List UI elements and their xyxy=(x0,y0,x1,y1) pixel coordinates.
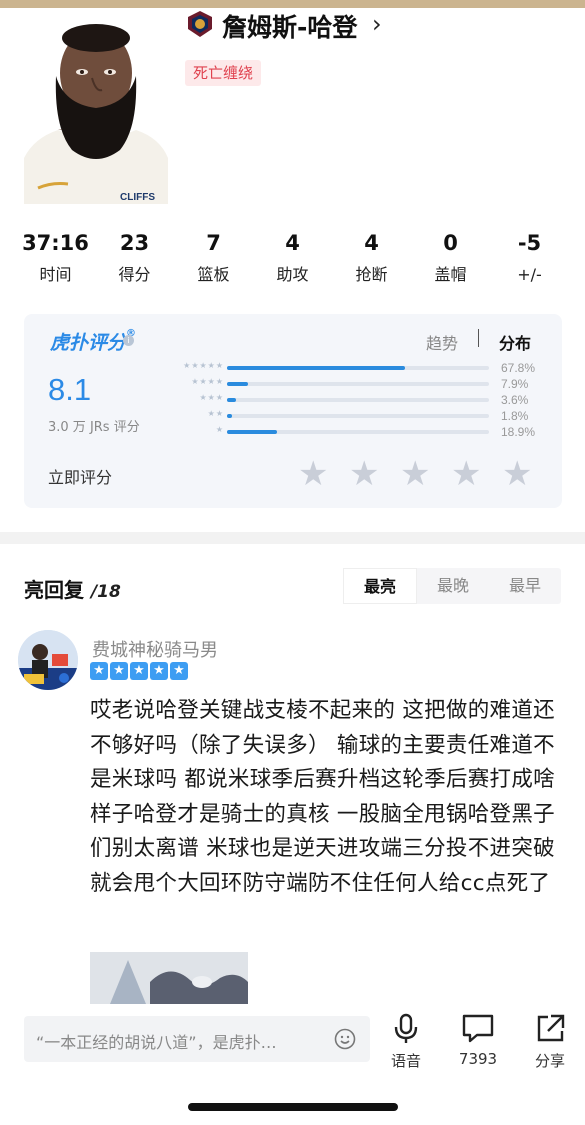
stat-assists: 4 助攻 xyxy=(253,226,332,296)
bar-fill xyxy=(227,414,232,418)
info-icon[interactable]: i xyxy=(123,335,134,346)
rating-star-icon: ★ xyxy=(110,662,128,680)
stat-blocks: 0 盖帽 xyxy=(411,226,490,296)
home-indicator xyxy=(188,1103,398,1111)
stat-rebounds: 7 篮板 xyxy=(174,226,253,296)
rate-star-2-icon[interactable]: ★ xyxy=(349,457,379,491)
player-tag: 死亡缠绕 xyxy=(185,60,262,86)
emoji-icon[interactable] xyxy=(334,1028,356,1050)
stat-minutes: 37:16 时间 xyxy=(16,226,95,296)
comment-image-thumbnail[interactable] xyxy=(90,952,248,1004)
stat-value: 4 xyxy=(285,231,300,255)
sort-switcher: 最亮 最晚 最早 xyxy=(343,568,561,604)
tab-distribution[interactable]: 分布 xyxy=(499,330,531,354)
voice-button[interactable]: 语音 xyxy=(386,1012,426,1071)
star-level-label: ★★★ xyxy=(199,393,224,402)
sort-earliest[interactable]: 最早 xyxy=(489,568,561,604)
stat-value: 7 xyxy=(206,231,221,255)
rating-star-icon: ★ xyxy=(90,662,108,680)
star-level-label: ★★ xyxy=(207,409,224,418)
stat-steals: 4 抢断 xyxy=(332,226,411,296)
stat-label: +/- xyxy=(517,265,542,284)
distribution-row-5: ★★★★★ 67.8% xyxy=(144,361,544,376)
comment-username[interactable]: 费城神秘骑马男 xyxy=(92,636,218,662)
percentage: 1.8% xyxy=(501,409,529,423)
tab-divider xyxy=(478,329,479,347)
rate-now-label: 立即评分 xyxy=(48,468,113,487)
comment-text: 哎老说哈登关键战支棱不起来的 这把做的难道还不够好吗（除了失误多） 输球的主要责… xyxy=(90,698,555,896)
bar-fill xyxy=(227,366,405,370)
percentage: 67.8% xyxy=(501,361,536,375)
stat-value: 37:16 xyxy=(22,231,89,255)
bar-track xyxy=(227,430,489,434)
stat-value: 23 xyxy=(119,231,150,255)
chevron-right-icon[interactable]: › xyxy=(372,10,382,38)
team-logo-icon xyxy=(186,10,214,38)
stat-label: 盖帽 xyxy=(434,265,467,284)
stat-points: 23 得分 xyxy=(95,226,174,296)
percentage: 7.9% xyxy=(501,377,529,391)
rating-count: 3.0 万 JRs 评分 xyxy=(48,420,140,435)
rate-star-5-icon[interactable]: ★ xyxy=(502,457,532,491)
voice-label: 语音 xyxy=(390,1052,421,1070)
stat-label: 篮板 xyxy=(197,265,230,284)
comment-input-placeholder: “一本正经的胡说八道”，是虎扑… xyxy=(36,1033,277,1052)
player-name[interactable]: 詹姆斯-哈登 xyxy=(222,8,357,44)
stat-value: 4 xyxy=(364,231,379,255)
microphone-icon xyxy=(394,1013,418,1043)
comment-bubble-icon xyxy=(462,1014,494,1043)
stats-row: 37:16 时间 23 得分 7 篮板 4 助攻 4 抢断 0 盖帽 -5 +/… xyxy=(16,226,569,296)
share-label: 分享 xyxy=(534,1052,565,1070)
rating-star-icon: ★ xyxy=(170,662,188,680)
rate-star-1-icon[interactable]: ★ xyxy=(298,457,328,491)
stat-value: 0 xyxy=(443,231,458,255)
share-icon xyxy=(537,1014,565,1042)
user-rating-stars: ★ ★ ★ ★ ★ xyxy=(90,662,188,680)
sort-latest[interactable]: 最晚 xyxy=(417,568,489,604)
section-divider xyxy=(0,532,585,544)
distribution-row-2: ★★ 1.8% xyxy=(144,409,544,424)
rating-score: 8.1 xyxy=(48,372,92,407)
star-level-label: ★ xyxy=(215,425,224,434)
distribution-row-3: ★★★ 3.6% xyxy=(144,393,544,408)
distribution-row-1: ★ 18.9% xyxy=(144,425,544,440)
comments-button[interactable]: 7393 xyxy=(452,1012,504,1068)
avatar[interactable] xyxy=(18,630,78,690)
bar-track xyxy=(227,414,489,418)
rating-card: 虎扑评分® i 趋势 分布 8.1 3.0 万 JRs 评分 ★★★★★ 67.… xyxy=(24,314,562,508)
brand-text: 虎扑评分 xyxy=(50,332,127,354)
share-button[interactable]: 分享 xyxy=(530,1012,570,1071)
stat-label: 时间 xyxy=(39,265,72,284)
stat-plus-minus: -5 +/- xyxy=(490,226,569,296)
bar-track xyxy=(227,366,489,370)
bar-track xyxy=(227,382,489,386)
rating-star-icon: ★ xyxy=(130,662,148,680)
comment-input[interactable]: “一本正经的胡说八道”，是虎扑… xyxy=(24,1016,370,1062)
rate-star-3-icon[interactable]: ★ xyxy=(400,457,430,491)
bar-track xyxy=(227,398,489,402)
stat-value: -5 xyxy=(517,231,542,255)
star-level-label: ★★★★ xyxy=(191,377,224,386)
stat-label: 抢断 xyxy=(355,265,388,284)
stat-label: 得分 xyxy=(118,265,151,284)
bar-fill xyxy=(227,382,248,386)
rate-star-4-icon[interactable]: ★ xyxy=(451,457,481,491)
bar-fill xyxy=(227,430,277,434)
player-photo: CLIFFS xyxy=(24,18,168,204)
tab-trend[interactable]: 趋势 xyxy=(426,330,458,354)
rating-star-icon: ★ xyxy=(150,662,168,680)
top-strip xyxy=(0,0,585,8)
jersey-sponsor-text: CLIFFS xyxy=(120,192,155,203)
star-level-label: ★★★★★ xyxy=(183,361,224,370)
comments-title: 亮回复 /18 xyxy=(24,574,121,603)
comments-title-text: 亮回复 xyxy=(24,578,84,602)
bar-fill xyxy=(227,398,237,402)
comments-count: /18 xyxy=(90,582,121,602)
sort-brightest[interactable]: 最亮 xyxy=(343,568,417,604)
percentage: 3.6% xyxy=(501,393,529,407)
comment-count: 7393 xyxy=(458,1050,498,1068)
distribution-row-4: ★★★★ 7.9% xyxy=(144,377,544,392)
stat-label: 助攻 xyxy=(276,265,309,284)
percentage: 18.9% xyxy=(501,425,536,439)
